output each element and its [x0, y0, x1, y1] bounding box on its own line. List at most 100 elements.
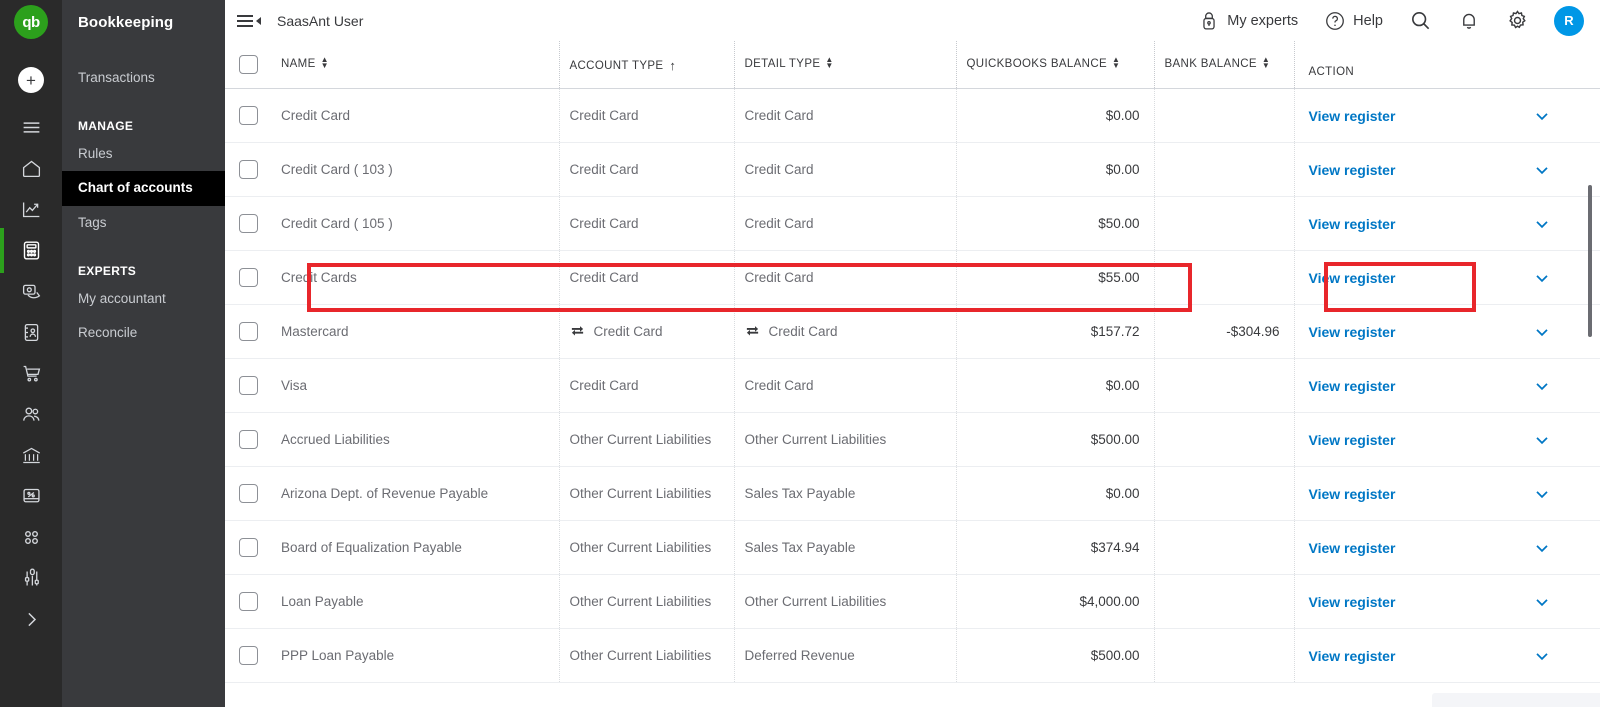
account-type-text: Other Current Liabilities: [569, 594, 712, 609]
cell-account-type: Other Current Liabilities: [559, 466, 735, 521]
chevron-down-icon[interactable]: [1532, 106, 1552, 126]
row-checkbox[interactable]: [239, 538, 258, 557]
row-checkbox[interactable]: [239, 376, 258, 395]
sort-both-icon[interactable]: ▲ ▼: [825, 56, 833, 70]
view-register-link[interactable]: View register: [1309, 378, 1396, 394]
view-register-link[interactable]: View register: [1309, 648, 1396, 664]
table-row[interactable]: Credit Card ( 103 ) Credit Card Credit Car…: [225, 142, 1600, 197]
chevron-down-icon[interactable]: [1532, 322, 1552, 342]
table-row[interactable]: Mastercard Credit Card Credit Card $157.72-…: [225, 304, 1600, 359]
view-register-link[interactable]: View register: [1309, 324, 1396, 340]
menu-icon[interactable]: [0, 107, 62, 148]
row-checkbox[interactable]: [239, 160, 258, 179]
chevron-down-icon[interactable]: [1532, 376, 1552, 396]
sales-icon[interactable]: [0, 271, 62, 312]
payroll-icon[interactable]: [0, 435, 62, 476]
view-register-link[interactable]: View register: [1309, 270, 1396, 286]
sidebar-item-transactions[interactable]: Transactions: [62, 61, 225, 95]
row-checkbox[interactable]: [239, 430, 258, 449]
table-row[interactable]: Loan Payable Other Current Liabilities Oth…: [225, 574, 1600, 629]
my-experts-button[interactable]: My experts: [1185, 0, 1311, 41]
sidebar-item-chart-of-accounts[interactable]: Chart of accounts: [62, 171, 225, 206]
column-header-detail-type[interactable]: DETAIL TYPE ▲ ▼: [734, 41, 957, 89]
chevron-down-icon[interactable]: [1532, 484, 1552, 504]
column-header-name[interactable]: NAME ▲ ▼: [271, 41, 560, 89]
row-checkbox[interactable]: [239, 592, 258, 611]
collapse-sidebar-icon[interactable]: [237, 14, 261, 27]
notifications-button[interactable]: [1445, 0, 1493, 41]
sidebar-item-reconcile[interactable]: Reconcile: [62, 316, 225, 350]
help-button[interactable]: Help: [1311, 0, 1396, 41]
sidebar-item-my-accountant[interactable]: My accountant: [62, 282, 225, 316]
table-row[interactable]: Accrued Liabilities Other Current Liabili…: [225, 412, 1600, 467]
chevron-down-icon[interactable]: [1532, 268, 1552, 288]
row-checkbox[interactable]: [239, 268, 258, 287]
chart-of-accounts-table: NAME ▲ ▼ ACCOUNT TYPE ↑ DETAIL TYPE ▲ ▼ QUICK…: [225, 41, 1600, 683]
bookkeeping-icon[interactable]: [0, 228, 62, 273]
sort-both-icon[interactable]: ▲ ▼: [321, 56, 329, 70]
row-checkbox[interactable]: [239, 214, 258, 233]
view-register-link[interactable]: View register: [1309, 594, 1396, 610]
view-register-link[interactable]: View register: [1309, 162, 1396, 178]
sort-both-icon[interactable]: ▲ ▼: [1112, 56, 1120, 70]
sort-both-icon[interactable]: ▲ ▼: [1262, 56, 1270, 70]
taxes-icon[interactable]: [0, 476, 62, 517]
table-row[interactable]: Board of Equalization Payable Other Curre…: [225, 520, 1600, 575]
row-checkbox[interactable]: [239, 106, 258, 125]
chevron-down-icon[interactable]: [1532, 538, 1552, 558]
row-select-cell: [225, 520, 271, 575]
table-row[interactable]: PPP Loan Payable Other Current Liabilitie…: [225, 628, 1600, 683]
chevron-down-icon[interactable]: [1532, 592, 1552, 612]
customers-icon[interactable]: [0, 394, 62, 435]
select-all-checkbox[interactable]: [239, 55, 258, 74]
vertical-scrollbar-thumb[interactable]: [1588, 185, 1592, 337]
column-header-quickbooks-balance[interactable]: QUICKBOOKS BALANCE ▲ ▼: [956, 41, 1155, 89]
column-label-detail-type: DETAIL TYPE: [744, 58, 821, 71]
chevron-down-icon[interactable]: [1532, 430, 1552, 450]
view-register-link[interactable]: View register: [1309, 108, 1396, 124]
table-row[interactable]: Arizona Dept. of Revenue Payable Other Cu…: [225, 466, 1600, 521]
business-overview-icon[interactable]: [0, 189, 62, 230]
home-icon[interactable]: [0, 148, 62, 189]
view-register-link[interactable]: View register: [1309, 432, 1396, 448]
user-avatar[interactable]: R: [1554, 5, 1584, 36]
quickbooks-logo-icon[interactable]: qb: [14, 5, 48, 39]
table-row[interactable]: Credit Card Credit Card Credit Card $0.00 Vi…: [225, 88, 1600, 143]
chevron-down-icon[interactable]: [1532, 160, 1552, 180]
cell-bank-balance: [1154, 250, 1295, 305]
search-button[interactable]: [1396, 0, 1445, 41]
apps-icon[interactable]: [0, 517, 62, 558]
cell-name: Credit Card ( 103 ): [271, 142, 560, 197]
detail-type-text: Credit Card: [744, 378, 814, 393]
view-register-link[interactable]: View register: [1309, 540, 1396, 556]
column-header-action: ACTION: [1294, 41, 1600, 89]
create-new-button[interactable]: +: [18, 67, 44, 93]
sort-asc-icon[interactable]: ↑: [669, 58, 676, 73]
sidebar-title: Bookkeeping: [78, 14, 174, 31]
sidebar-item-rules[interactable]: Rules: [62, 137, 225, 171]
cell-account-type: Credit Card: [559, 304, 735, 359]
chevron-down-icon[interactable]: [1532, 646, 1552, 666]
row-checkbox[interactable]: [239, 322, 258, 341]
partial-tooltip-ghost: [1432, 693, 1600, 707]
column-header-account-type[interactable]: ACCOUNT TYPE ↑: [559, 41, 735, 89]
chevron-right-icon[interactable]: [0, 599, 62, 640]
cart-icon[interactable]: [0, 353, 62, 394]
row-checkbox[interactable]: [239, 646, 258, 665]
detail-type-text: Sales Tax Payable: [744, 486, 856, 501]
table-row[interactable]: Credit Card ( 105 ) Credit Card Credit Car…: [225, 196, 1600, 251]
table-row[interactable]: Credit Cards Credit Card Credit Card $55.00…: [225, 250, 1600, 305]
tools-icon[interactable]: [0, 558, 62, 599]
settings-button[interactable]: [1493, 0, 1542, 41]
column-label-bank-balance: BANK BALANCE: [1164, 58, 1257, 71]
view-register-link[interactable]: View register: [1309, 486, 1396, 502]
row-checkbox[interactable]: [239, 484, 258, 503]
table-row[interactable]: Visa Credit Card Credit Card $0.00 View regi…: [225, 358, 1600, 413]
column-header-bank-balance[interactable]: BANK BALANCE ▲ ▼: [1154, 41, 1295, 89]
sidebar-item-tags[interactable]: Tags: [62, 206, 225, 240]
view-register-link[interactable]: View register: [1309, 216, 1396, 232]
cell-quickbooks-balance: $500.00: [956, 412, 1155, 467]
vertical-scrollbar-track[interactable]: [1585, 41, 1594, 707]
expenses-icon[interactable]: [0, 312, 62, 353]
chevron-down-icon[interactable]: [1532, 214, 1552, 234]
